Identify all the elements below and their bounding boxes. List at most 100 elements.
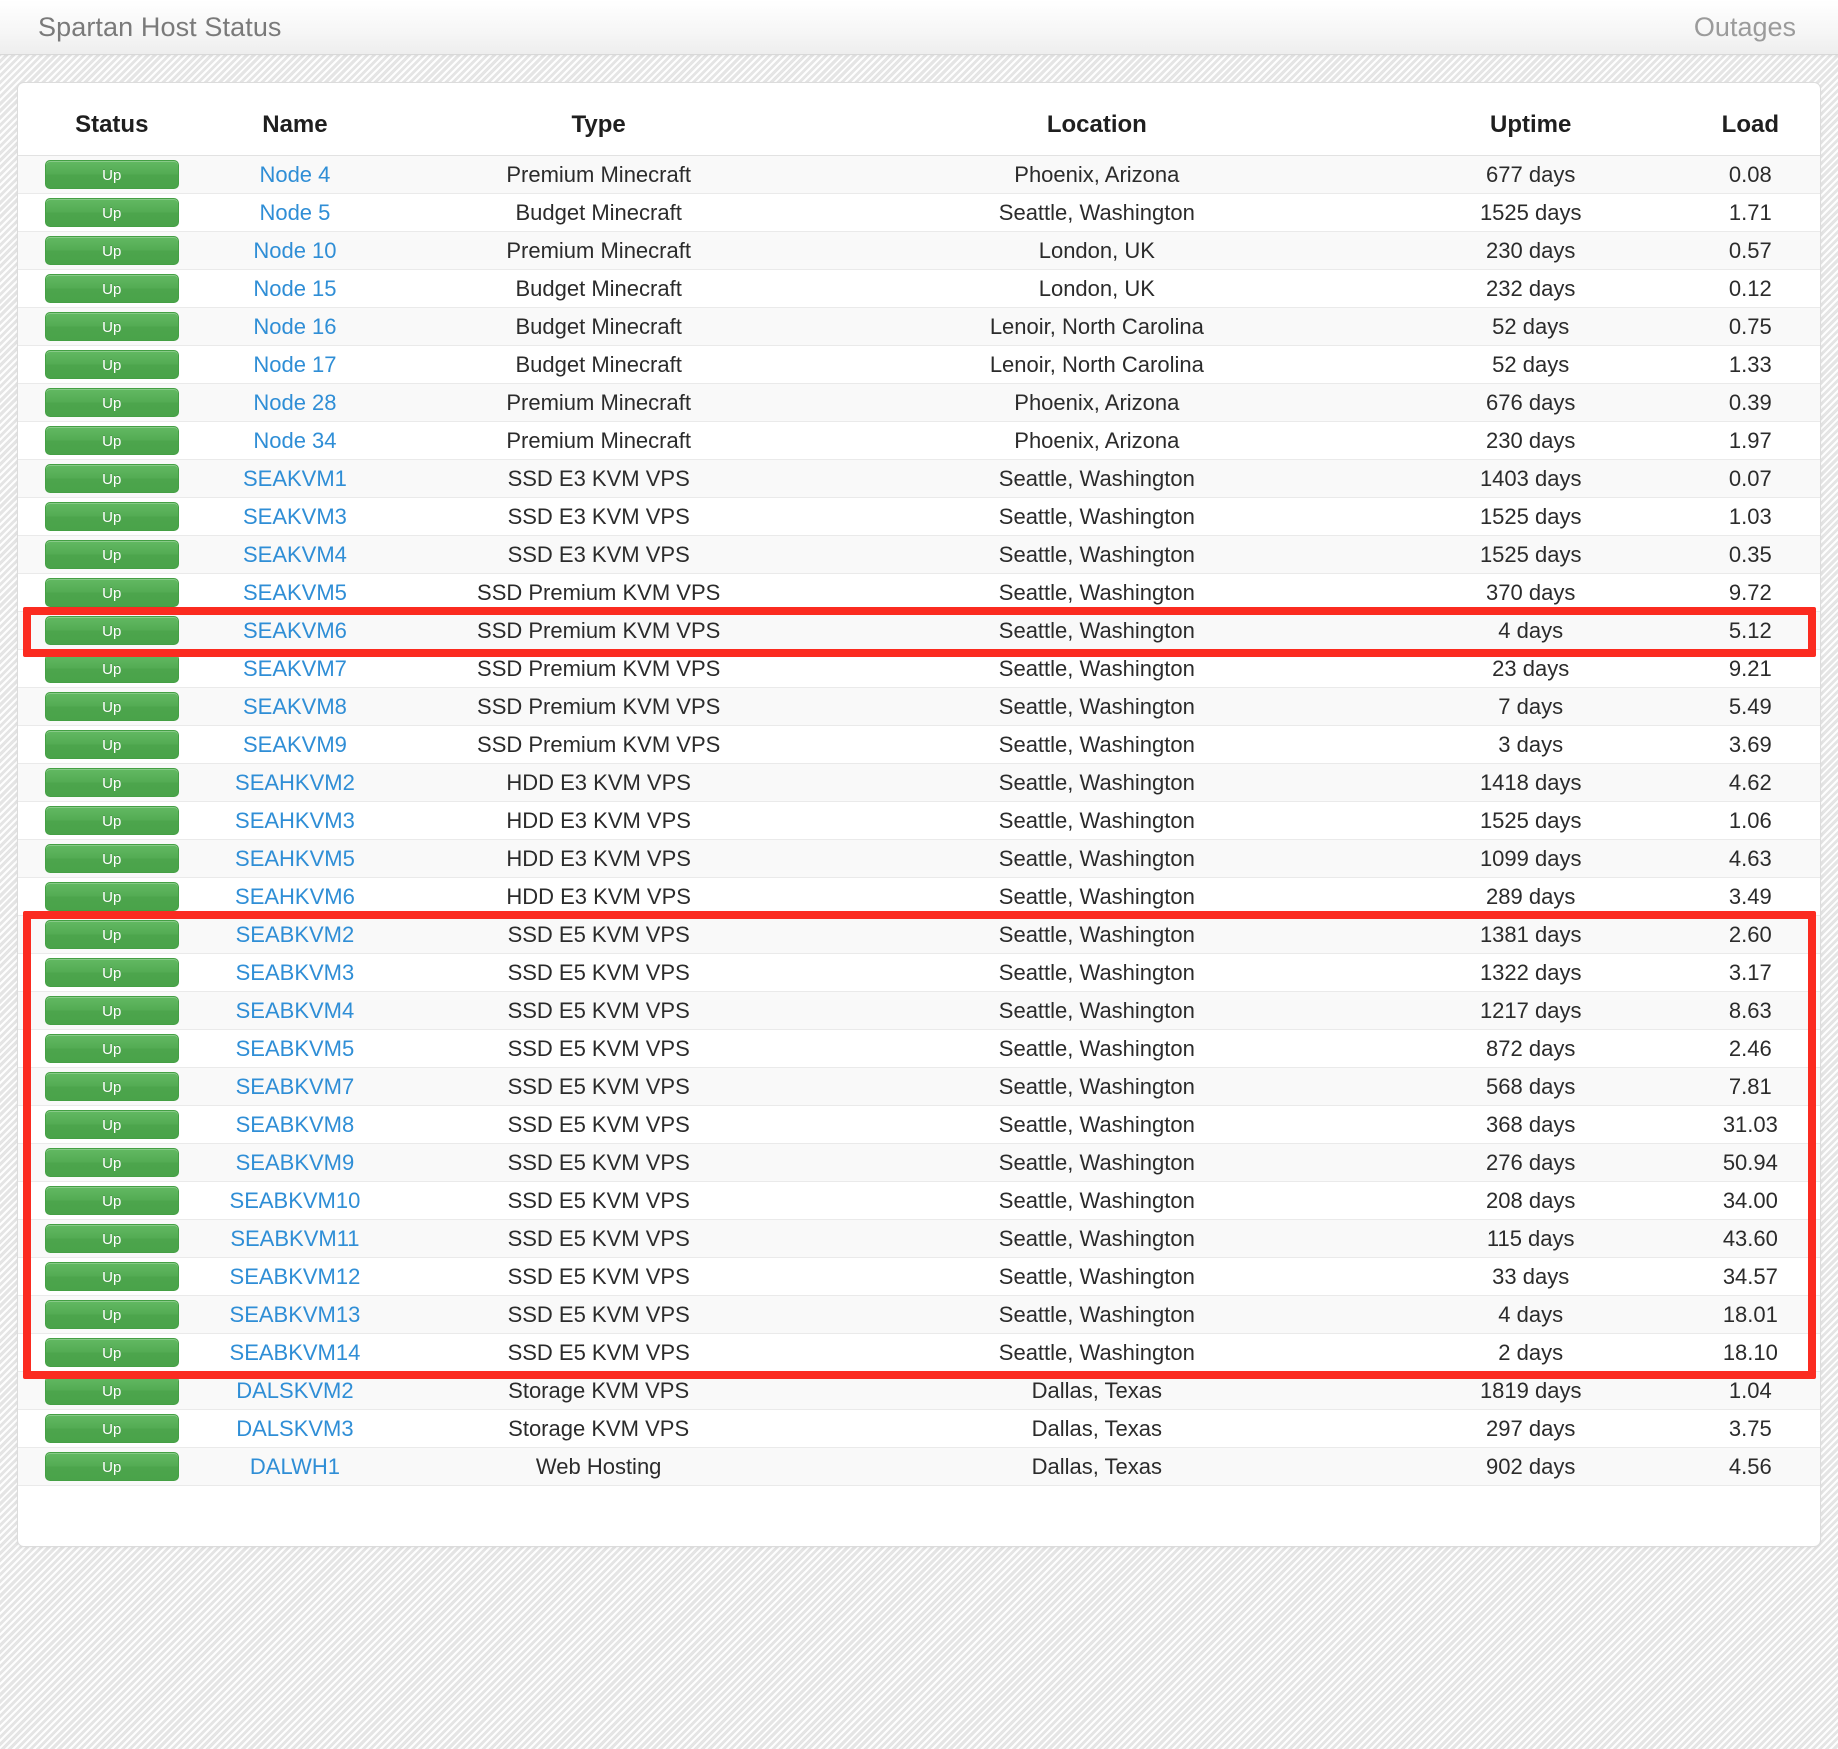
cell-load: 0.12 (1680, 269, 1820, 308)
cell-type: SSD E3 KVM VPS (384, 459, 813, 498)
table-row: Up SEABKVM12 SSD E5 KVM VPS Seattle, Washin… (18, 1257, 1820, 1296)
cell-location: London, UK (812, 269, 1381, 308)
cell-uptime: 370 days (1380, 573, 1681, 612)
host-name-link[interactable]: SEAKVM7 (243, 656, 347, 681)
table-row: Up SEAKVM5 SSD Premium KVM VPS Seattle, Was… (18, 573, 1820, 612)
cell-name: SEABKVM8 (205, 1105, 385, 1144)
cell-location: Phoenix, Arizona (812, 155, 1381, 194)
cell-status: Up (18, 269, 206, 308)
cell-name: SEAKVM4 (205, 535, 385, 574)
host-name-link[interactable]: SEAKVM1 (243, 466, 347, 491)
table-row: Up SEABKVM13 SSD E5 KVM VPS Seattle, Washin… (18, 1295, 1820, 1334)
cell-location: Seattle, Washington (812, 1219, 1381, 1258)
host-name-link[interactable]: DALSKVM2 (236, 1378, 353, 1403)
status-badge: Up (44, 806, 179, 835)
table-row: Up SEAHKVM5 HDD E3 KVM VPS Seattle, Washing… (18, 839, 1820, 878)
host-name-link[interactable]: SEAKVM3 (243, 504, 347, 529)
host-name-link[interactable]: Node 34 (253, 428, 336, 453)
host-name-link[interactable]: SEABKVM8 (236, 1112, 355, 1137)
cell-uptime: 1525 days (1380, 535, 1681, 574)
host-name-link[interactable]: SEABKVM9 (236, 1150, 355, 1175)
cell-name: DALSKVM3 (205, 1409, 385, 1448)
cell-name: SEAHKVM5 (205, 839, 385, 878)
column-header-uptime: Uptime (1380, 83, 1681, 156)
cell-name: Node 15 (205, 269, 385, 308)
status-badge: Up (44, 274, 179, 303)
host-name-link[interactable]: SEAKVM6 (243, 618, 347, 643)
cell-uptime: 52 days (1380, 345, 1681, 384)
cell-status: Up (18, 193, 206, 232)
host-name-link[interactable]: SEABKVM12 (230, 1264, 361, 1289)
cell-location: Seattle, Washington (812, 1067, 1381, 1106)
cell-load: 0.08 (1680, 155, 1820, 194)
table-row: Up SEABKVM4 SSD E5 KVM VPS Seattle, Washing… (18, 991, 1820, 1030)
host-name-link[interactable]: SEAHKVM2 (235, 770, 355, 795)
table-row: Up Node 28 Premium Minecraft Phoenix, Arizo… (18, 383, 1820, 422)
host-name-link[interactable]: SEABKVM2 (236, 922, 355, 947)
host-name-link[interactable]: Node 5 (259, 200, 330, 225)
cell-location: Seattle, Washington (812, 1295, 1381, 1334)
host-name-link[interactable]: SEABKVM10 (230, 1188, 361, 1213)
cell-location: Seattle, Washington (812, 991, 1381, 1030)
cell-status: Up (18, 877, 206, 916)
cell-load: 1.71 (1680, 193, 1820, 232)
host-name-link[interactable]: SEABKVM14 (230, 1340, 361, 1365)
status-badge: Up (44, 236, 179, 265)
status-badge: Up (44, 426, 179, 455)
cell-load: 9.72 (1680, 573, 1820, 612)
cell-status: Up (18, 307, 206, 346)
cell-name: SEABKVM7 (205, 1067, 385, 1106)
cell-load: 2.60 (1680, 915, 1820, 954)
cell-uptime: 1525 days (1380, 193, 1681, 232)
cell-load: 9.21 (1680, 649, 1820, 688)
status-badge: Up (44, 1072, 179, 1101)
host-name-link[interactable]: SEAHKVM6 (235, 884, 355, 909)
host-name-link[interactable]: DALWH1 (250, 1454, 340, 1479)
host-name-link[interactable]: Node 16 (253, 314, 336, 339)
table-row: Up SEABKVM3 SSD E5 KVM VPS Seattle, Washing… (18, 953, 1820, 992)
host-name-link[interactable]: SEABKVM3 (236, 960, 355, 985)
status-badge: Up (44, 350, 179, 379)
host-name-link[interactable]: Node 15 (253, 276, 336, 301)
cell-type: Budget Minecraft (384, 307, 813, 346)
cell-location: Dallas, Texas (812, 1447, 1381, 1486)
navbar-brand[interactable]: Spartan Host Status (38, 12, 282, 43)
cell-load: 31.03 (1680, 1105, 1820, 1144)
cell-type: HDD E3 KVM VPS (384, 877, 813, 916)
host-name-link[interactable]: SEABKVM11 (230, 1226, 359, 1251)
cell-type: Storage KVM VPS (384, 1371, 813, 1410)
cell-type: HDD E3 KVM VPS (384, 801, 813, 840)
cell-status: Up (18, 497, 206, 536)
cell-load: 2.46 (1680, 1029, 1820, 1068)
host-name-link[interactable]: Node 28 (253, 390, 336, 415)
cell-type: SSD E3 KVM VPS (384, 535, 813, 574)
cell-status: Up (18, 1067, 206, 1106)
cell-status: Up (18, 915, 206, 954)
host-name-link[interactable]: SEAKVM5 (243, 580, 347, 605)
host-name-link[interactable]: SEAKVM8 (243, 694, 347, 719)
cell-status: Up (18, 763, 206, 802)
host-name-link[interactable]: Node 17 (253, 352, 336, 377)
host-name-link[interactable]: DALSKVM3 (236, 1416, 353, 1441)
host-name-link[interactable]: SEABKVM13 (230, 1302, 361, 1327)
host-name-link[interactable]: SEAKVM4 (243, 542, 347, 567)
cell-status: Up (18, 1447, 206, 1486)
host-name-link[interactable]: SEABKVM5 (236, 1036, 355, 1061)
host-name-link[interactable]: SEAKVM9 (243, 732, 347, 757)
cell-type: SSD Premium KVM VPS (384, 725, 813, 764)
outages-link[interactable]: Outages (1694, 12, 1796, 43)
host-name-link[interactable]: SEAHKVM5 (235, 846, 355, 871)
host-name-link[interactable]: SEAHKVM3 (235, 808, 355, 833)
cell-name: Node 10 (205, 231, 385, 270)
cell-status: Up (18, 1029, 206, 1068)
host-name-link[interactable]: SEABKVM4 (236, 998, 355, 1023)
host-name-link[interactable]: SEABKVM7 (236, 1074, 355, 1099)
cell-uptime: 115 days (1380, 1219, 1681, 1258)
host-name-link[interactable]: Node 4 (259, 162, 330, 187)
host-name-link[interactable]: Node 10 (253, 238, 336, 263)
status-badge: Up (44, 1186, 179, 1215)
cell-load: 5.49 (1680, 687, 1820, 726)
cell-location: Seattle, Washington (812, 801, 1381, 840)
status-badge: Up (44, 882, 179, 911)
status-badge: Up (44, 920, 179, 949)
